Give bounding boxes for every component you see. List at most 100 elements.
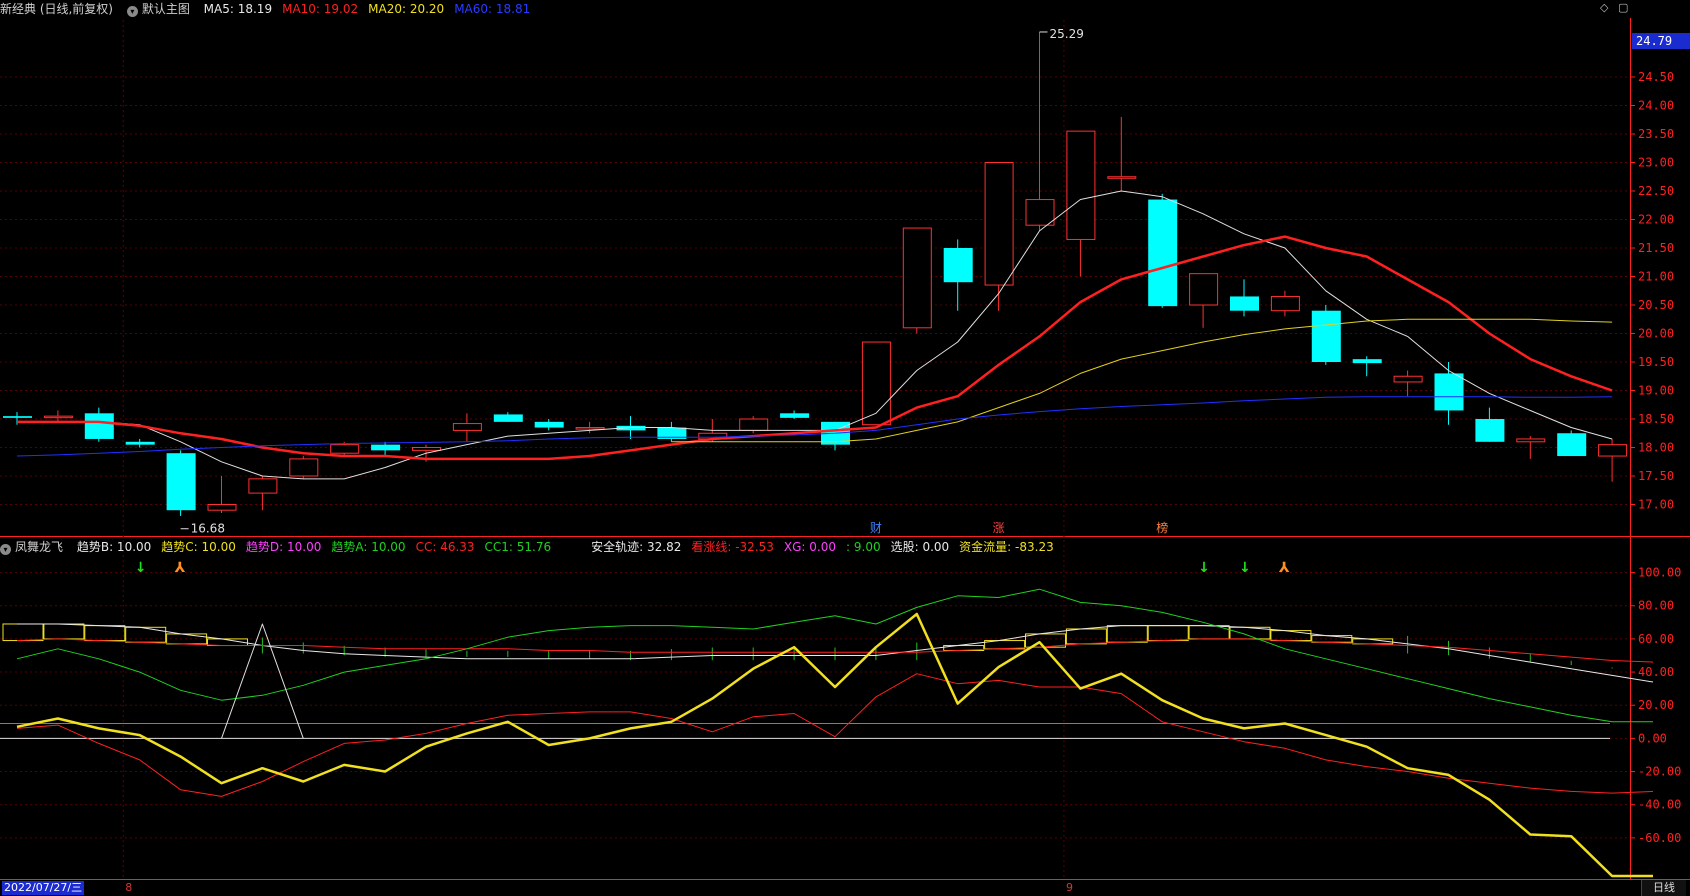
indicator-name: 凤舞龙飞 [15, 540, 64, 554]
candle-body [1516, 438, 1546, 443]
dropdown-icon: ▾ [126, 6, 138, 17]
price-annotation: 16.68 [180, 522, 225, 536]
ma-line [671, 318, 1613, 443]
candle-body [1025, 199, 1055, 226]
candle-body [739, 418, 769, 431]
candle [43, 410, 73, 422]
down-arrow-icon: ↓ [1198, 560, 1210, 576]
indicator-selector[interactable]: ▾ 凤舞龙飞 [0, 540, 64, 555]
indicator-line [16, 673, 1654, 797]
candle [289, 456, 319, 479]
indicator-legend-item: 趋势B: 10.00 [76, 540, 152, 554]
candle [1107, 116, 1137, 191]
y-tick-label: 21.00 [1638, 270, 1674, 284]
candle-body [1148, 199, 1178, 307]
candle-body [1352, 359, 1382, 364]
event-marker: 财 [870, 521, 882, 535]
candle-body [289, 458, 319, 477]
y-tick-label: 19.00 [1638, 384, 1674, 398]
candle [1025, 31, 1055, 231]
trend-box [1106, 625, 1148, 643]
candle [84, 407, 114, 442]
candle-body [902, 227, 932, 329]
chart-canvas[interactable]: 17.00 17.50 18.00 18.50 19.00 19.50 20.00 20.50… [0, 0, 1690, 896]
candle-body [1598, 444, 1628, 457]
y-tick-label: 0.00 [1638, 731, 1667, 745]
event-marker: 涨 [993, 520, 1005, 535]
candle-body [84, 413, 114, 439]
indicator-legend-item: CC1: 51.76 [484, 540, 552, 554]
candle-body [248, 478, 278, 494]
trend-box [125, 626, 167, 643]
ma-legend-item: MA5: 18.19 [203, 2, 273, 16]
candle-body [125, 441, 155, 445]
candle-body [1311, 310, 1341, 362]
y-tick-label: 23.50 [1638, 127, 1674, 141]
candle-body [493, 414, 523, 422]
candle [534, 419, 564, 431]
trend-box [2, 623, 44, 642]
candle [902, 227, 932, 334]
y-tick-label: 80.00 [1638, 599, 1674, 613]
stock-title[interactable]: 新经典 (日线,前复权) [0, 2, 113, 16]
candle [1066, 130, 1096, 277]
y-tick-label: 40.00 [1638, 665, 1674, 679]
y-tick-label: 17.50 [1638, 469, 1674, 483]
candle [1434, 362, 1464, 425]
candle [1230, 279, 1259, 317]
indicator-legend-item: 看涨线: -32.53 [691, 540, 774, 554]
candle-body [207, 504, 237, 511]
indicator-legend-item: XG: 0.00 [783, 540, 837, 554]
candle [1311, 305, 1341, 365]
candle [1393, 370, 1423, 397]
indicator-legend-item: 选股: 0.00 [890, 540, 950, 554]
candle-body [984, 162, 1014, 286]
buy-signal-icon: ⅄ [1279, 560, 1290, 576]
trend-box [1065, 628, 1107, 645]
candle-body [43, 415, 73, 419]
dropdown-icon: ▾ [0, 544, 11, 555]
candle-body [534, 421, 564, 428]
y-tick-label: 24.00 [1638, 99, 1674, 113]
price-annotation: 25.29 [1039, 27, 1084, 41]
candle [452, 413, 482, 442]
candle [657, 421, 687, 442]
candle [166, 450, 196, 516]
ma-legend-item: MA20: 20.20 [368, 2, 445, 16]
y-tick-label: 22.00 [1638, 213, 1674, 227]
candle [493, 412, 523, 422]
period-button[interactable]: 日线 [1641, 880, 1686, 896]
ma-legend: MA5: 18.19 MA10: 19.02 MA20: 20.20 MA60: 18… [204, 2, 541, 16]
candle-body [1393, 375, 1423, 383]
y-tick-label: 20.00 [1638, 327, 1674, 341]
candle [125, 438, 155, 448]
candle-body [780, 413, 810, 418]
y-tick-label: 19.50 [1638, 355, 1674, 369]
ma-line [17, 235, 1613, 461]
candle [371, 441, 401, 457]
candle [1352, 356, 1382, 377]
diamond-icon[interactable]: ◇ [1600, 1, 1608, 14]
time-axis: 2022/07/27/三 8 9 日线 [0, 880, 1690, 896]
candle [207, 476, 237, 514]
indicator-header: ▾ 凤舞龙飞 趋势B: 10.00 趋势C: 10.00 趋势D: 10.00 趋势A:… [0, 538, 1074, 556]
candle-body [166, 453, 196, 511]
y-tick-label: 24.50 [1638, 70, 1674, 84]
candle [1148, 193, 1178, 308]
window-toggle-icon[interactable]: ▢ [1618, 1, 1628, 14]
template-selector[interactable]: ▾ 默认主图 [126, 2, 190, 17]
candle [943, 239, 973, 311]
candle-body [1475, 419, 1505, 442]
time-tick-label: 9 [1065, 881, 1073, 894]
y-tick-label: 17.00 [1638, 498, 1674, 512]
candle [1598, 438, 1628, 482]
candle-body [3, 416, 32, 418]
y-tick-label: 20.50 [1638, 298, 1674, 312]
last-price-label: 24.79 [1636, 34, 1672, 48]
y-tick-label: 100.00 [1638, 566, 1681, 580]
buy-signal-icon: ⅄ [175, 560, 186, 576]
candle [1270, 290, 1300, 317]
candle-body [371, 444, 401, 451]
candle-body [452, 423, 482, 431]
trend-box [84, 625, 126, 642]
